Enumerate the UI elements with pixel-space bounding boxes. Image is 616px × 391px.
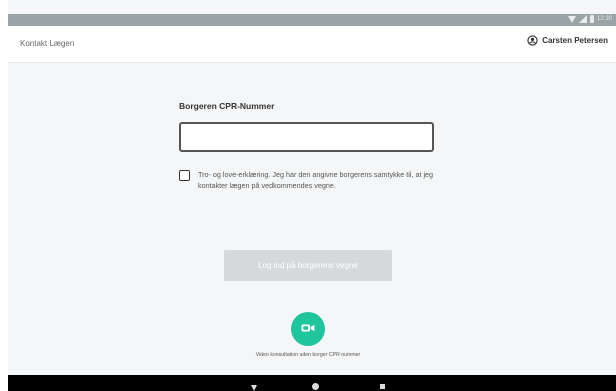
battery-icon <box>589 15 594 23</box>
cpr-input[interactable] <box>179 122 434 152</box>
wifi-icon <box>567 15 576 23</box>
consent-text: Tro- og love-erklæring. Jeg har den angi… <box>198 170 434 190</box>
status-icons: 12:30 <box>567 15 612 23</box>
recents-icon[interactable] <box>380 384 385 389</box>
consent-checkbox[interactable] <box>179 170 190 181</box>
consent-checkbox-row[interactable]: Tro- og love-erklæring. Jeg har den angi… <box>179 169 454 191</box>
cpr-label: Borgeren CPR-Nummer <box>179 101 275 111</box>
page-title: Kontakt Lægen <box>20 39 75 48</box>
login-on-behalf-button[interactable]: Log ind på borgerens vegne <box>224 250 392 281</box>
video-camera-icon <box>301 320 315 338</box>
tablet-screen: 12:30 Kontakt Lægen Carsten Petersen Bor… <box>8 0 616 391</box>
home-icon[interactable] <box>312 383 319 390</box>
video-consultation-caption: Video konsultation uden borger CPR numme… <box>255 352 361 358</box>
video-consultation-button[interactable] <box>291 312 325 346</box>
back-icon[interactable] <box>251 385 257 391</box>
status-bar: 12:30 <box>8 14 616 26</box>
status-time: 12:30 <box>596 16 612 22</box>
account-circle-icon <box>527 35 538 46</box>
user-menu[interactable]: Carsten Petersen <box>527 35 608 46</box>
user-name: Carsten Petersen <box>542 36 608 45</box>
system-nav-bar <box>8 375 616 391</box>
app-header: Kontakt Lægen Carsten Petersen <box>8 26 616 63</box>
signal-icon <box>578 15 587 23</box>
